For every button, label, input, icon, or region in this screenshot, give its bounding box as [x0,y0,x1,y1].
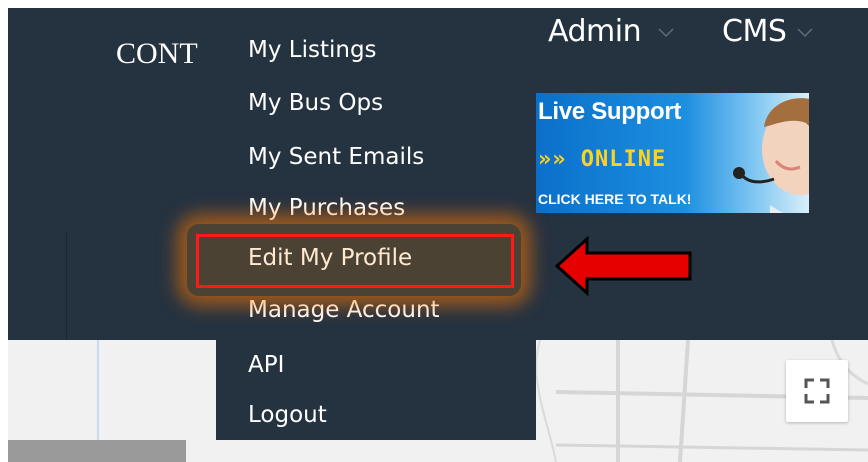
chevron-down-icon [658,27,674,37]
cms-menu-label: CMS [722,14,787,49]
fullscreen-icon [804,378,830,404]
online-status: »» ONLINE [538,147,666,172]
chevron-down-icon [797,27,813,37]
pointer-arrow-icon [554,235,692,297]
menu-item-my-bus-ops[interactable]: My Bus Ops [248,88,383,118]
menu-item-my-listings[interactable]: My Listings [248,35,377,65]
support-agent-icon [733,98,809,213]
nav-item-contact[interactable]: CONT [116,36,198,72]
highlight-box [196,234,514,288]
admin-menu[interactable]: Admin [548,14,674,50]
click-to-talk-text: CLICK HERE TO TALK! [538,191,692,207]
admin-menu-label: Admin [548,14,642,49]
nav-divider [66,232,67,340]
cms-menu[interactable]: CMS [722,14,813,50]
online-label: ONLINE [580,147,667,172]
fullscreen-button[interactable] [786,360,848,422]
nav-item-partial[interactable]: I [0,36,2,72]
menu-item-my-purchases[interactable]: My Purchases [248,193,405,223]
menu-item-api[interactable]: API [248,350,284,380]
app-frame: Admin CMS Live Support »» ONLINE CLICK H… [0,0,868,462]
live-support-title: Live Support [538,98,682,125]
menu-item-manage-account[interactable]: Manage Account [248,295,440,325]
live-support-banner[interactable]: Live Support »» ONLINE CLICK HERE TO TAL… [534,93,809,213]
menu-item-my-sent-emails[interactable]: My Sent Emails [248,142,424,172]
menu-item-logout[interactable]: Logout [248,400,327,430]
chevrons-icon: »» [538,147,581,172]
